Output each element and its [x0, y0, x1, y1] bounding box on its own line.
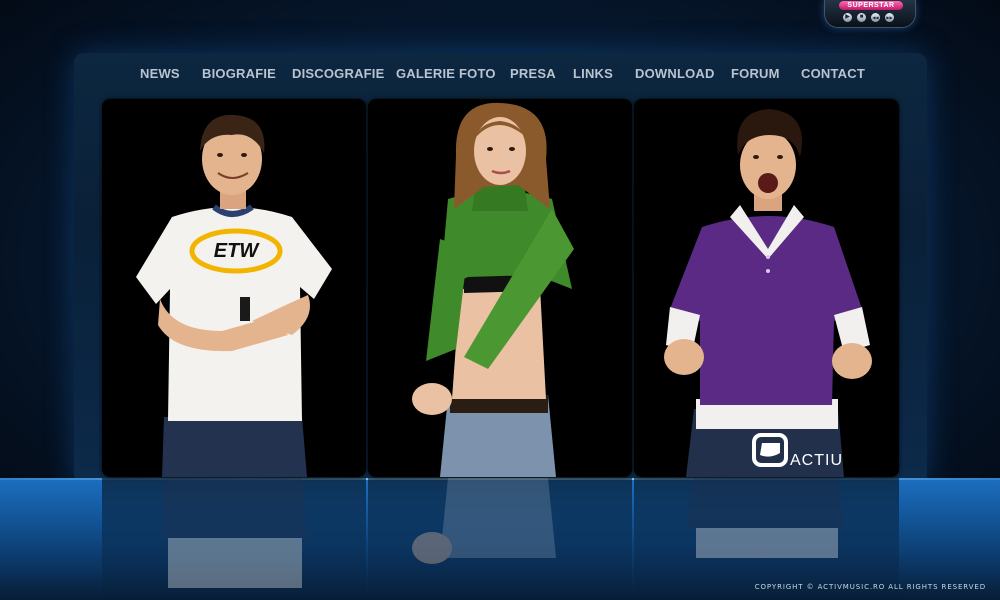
music-player: SUPERSTAR ▶ ■ ◀◀ ▶▶ [824, 0, 916, 28]
member-card-center[interactable] [368, 99, 632, 477]
nav-forum[interactable]: FORUM [731, 66, 780, 81]
nav-presa[interactable]: PRESA [510, 66, 556, 81]
member-card-right[interactable]: ACTIU [634, 99, 899, 477]
nav-discografie[interactable]: DISCOGRAFIE [292, 66, 384, 81]
main-nav: NEWS BIOGRAFIE DISCOGRAFIE GALERIE FOTO … [0, 66, 1000, 86]
reflection-right [634, 478, 899, 600]
reflection-left [102, 478, 366, 600]
fast-forward-icon[interactable]: ▶▶ [885, 13, 894, 22]
member-right-photo: ACTIU [664, 109, 872, 477]
nav-contact[interactable]: CONTACT [801, 66, 865, 81]
member-center-photo [412, 102, 574, 477]
actiu-logo-text: ACTIU [790, 452, 843, 469]
rewind-icon[interactable]: ◀◀ [871, 13, 880, 22]
nav-download[interactable]: DOWNLOAD [635, 66, 715, 81]
member-card-left[interactable]: ETW [102, 99, 366, 477]
tshirt-logo-text: ETW [214, 240, 261, 262]
play-icon[interactable]: ▶ [843, 13, 852, 22]
stop-icon[interactable]: ■ [857, 13, 866, 22]
player-title: SUPERSTAR [839, 1, 903, 10]
nav-news[interactable]: NEWS [140, 66, 180, 81]
player-controls: ▶ ■ ◀◀ ▶▶ [843, 13, 894, 22]
nav-biografie[interactable]: BIOGRAFIE [202, 66, 276, 81]
reflection-center [368, 478, 632, 600]
copyright-text: COPYRIGHT © ACTIVMUSIC.RO ALL RIGHTS RES… [754, 583, 986, 591]
nav-links[interactable]: LINKS [573, 66, 613, 81]
nav-galerie-foto[interactable]: GALERIE FOTO [396, 66, 496, 81]
member-left-photo: ETW [136, 114, 332, 477]
